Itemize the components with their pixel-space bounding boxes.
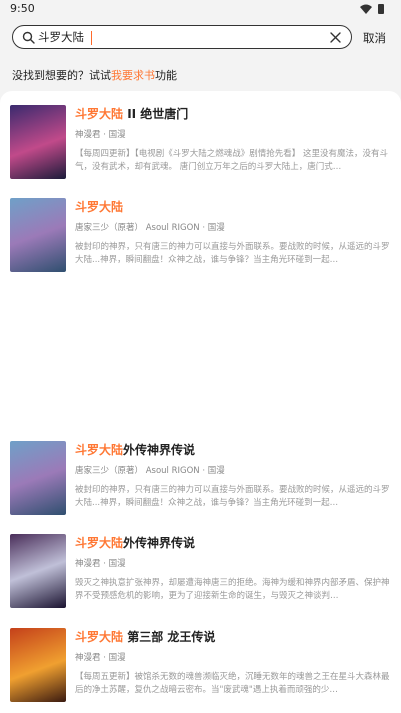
search-box[interactable] — [12, 25, 352, 49]
book-description: 被封印的神界，只有唐三的神力可以直接与外面联系。要战败的时候，从遥远的斗罗大陆.… — [75, 485, 390, 508]
book-meta: 唐家三少（原著） Asoul RIGON · 国漫 — [75, 466, 225, 476]
wifi-icon — [360, 4, 372, 14]
status-time: 9:50 — [10, 2, 35, 15]
book-description: 【每周五更新】被馆杀无数的魂兽濒临灭绝，沉睡无数年的魂兽之王在星斗大森林最后的净… — [75, 672, 390, 695]
title-rest: 外传神界传说 — [123, 536, 196, 550]
title-rest: II 绝世唐门 — [123, 107, 189, 121]
request-book-link[interactable]: 我要求书 — [111, 69, 155, 82]
search-results-list: 斗罗大陆 II 绝世唐门 神漫君 · 国漫 【每周四更新】【电视剧《斗罗大陆之燃… — [0, 91, 401, 713]
title-rest: 外传神界传说 — [123, 443, 196, 457]
clear-icon[interactable] — [330, 32, 341, 43]
request-suffix: 功能 — [155, 69, 177, 82]
title-rest: 第三部 龙王传说 — [123, 630, 216, 644]
book-item[interactable]: 斗罗大陆外传神界传说 神漫君 · 国漫 毁灭之神执意扩张神界，却屡遭海神唐三的拒… — [0, 534, 401, 614]
title-highlight: 斗罗大陆 — [75, 200, 124, 214]
book-meta: 唐家三少（原著） Asoul RIGON · 国漫 — [75, 223, 225, 233]
book-description: 被封印的神界，只有唐三的神力可以直接与外面联系。要战败的时候，从遥远的斗罗大陆.… — [75, 242, 390, 265]
battery-icon — [378, 4, 384, 14]
book-meta: 神漫君 · 国漫 — [75, 653, 126, 663]
status-bar: 9:50 — [0, 0, 401, 20]
cancel-button[interactable]: 取消 — [363, 30, 386, 46]
search-icon — [22, 31, 35, 44]
book-cover — [10, 441, 66, 515]
book-cover — [10, 198, 66, 272]
book-item[interactable]: 斗罗大陆 第三部 龙王传说 神漫君 · 国漫 【每周五更新】被馆杀无数的魂兽濒临… — [0, 628, 401, 708]
book-meta: 神漫君 · 国漫 — [75, 559, 126, 569]
status-icons — [360, 4, 384, 14]
title-highlight: 斗罗大陆 — [75, 443, 124, 457]
title-highlight: 斗罗大陆 — [75, 630, 124, 644]
book-title: 斗罗大陆 第三部 龙王传说 — [75, 628, 391, 646]
title-highlight: 斗罗大陆 — [75, 107, 124, 121]
book-title: 斗罗大陆外传神界传说 — [75, 441, 391, 459]
book-meta: 神漫君 · 国漫 — [75, 130, 126, 140]
book-title: 斗罗大陆外传神界传说 — [75, 534, 391, 552]
search-bar: 取消 — [0, 20, 401, 58]
text-caret — [91, 31, 92, 45]
book-title: 斗罗大陆 — [75, 198, 391, 216]
book-item[interactable]: 斗罗大陆外传神界传说 唐家三少（原著） Asoul RIGON · 国漫 被封印… — [0, 441, 401, 521]
book-cover — [10, 105, 66, 179]
request-prefix: 没找到想要的？试试 — [12, 69, 111, 82]
book-title: 斗罗大陆 II 绝世唐门 — [75, 105, 391, 123]
book-cover — [10, 628, 66, 702]
book-item[interactable]: 斗罗大陆 II 绝世唐门 神漫君 · 国漫 【每周四更新】【电视剧《斗罗大陆之燃… — [0, 105, 401, 185]
book-description: 【每周四更新】【电视剧《斗罗大陆之燃魂战》剧情抢先看】 这里没有魔法，没有斗气，… — [75, 149, 388, 172]
book-description: 毁灭之神执意扩张神界，却屡遭海神唐三的拒绝。海神为缓和神界内部矛盾、保护神界不受… — [75, 578, 390, 601]
book-request-hint: 没找到想要的？试试我要求书功能 — [12, 67, 177, 83]
book-item[interactable]: 斗罗大陆 唐家三少（原著） Asoul RIGON · 国漫 被封印的神界，只有… — [0, 198, 401, 278]
title-highlight: 斗罗大陆 — [75, 536, 124, 550]
book-cover — [10, 534, 66, 608]
search-input[interactable] — [38, 29, 318, 45]
